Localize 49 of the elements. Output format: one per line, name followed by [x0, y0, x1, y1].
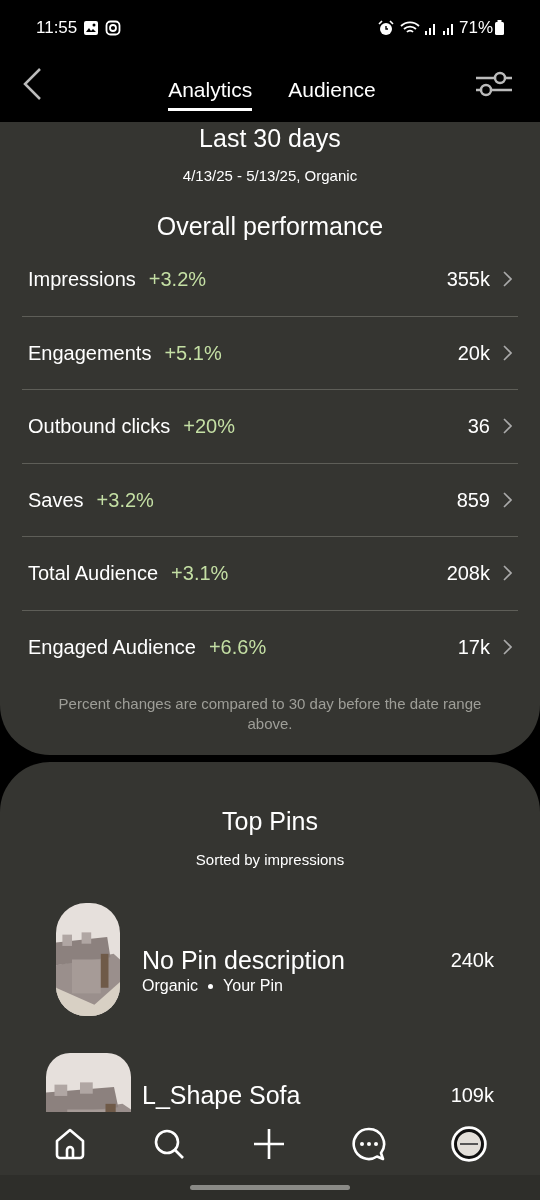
profile-avatar[interactable] — [451, 1125, 488, 1162]
tab[interactable]: Analytics — [168, 76, 253, 111]
battery-icon — [495, 20, 504, 35]
metric-change: +3.1% — [171, 561, 229, 587]
date-range: 4/13/25 - 5/13/25, Organic — [182, 166, 358, 186]
back-icon[interactable] — [22, 67, 42, 101]
section-title: Overall performance — [156, 211, 384, 242]
metric-value: 208k — [446, 561, 490, 587]
pin-title[interactable]: L_Shape Sofa — [142, 1079, 451, 1111]
metric-name: Engagements — [28, 340, 152, 366]
chevron-icon[interactable] — [502, 565, 512, 582]
metric-change: +20% — [183, 414, 235, 440]
add-icon[interactable] — [252, 1126, 286, 1161]
messages-icon[interactable] — [351, 1126, 386, 1161]
tab[interactable]: Audience — [288, 76, 376, 111]
chevron-icon[interactable] — [502, 491, 512, 508]
chevron-icon[interactable] — [502, 418, 512, 435]
camera-icon — [105, 19, 122, 36]
metric-change: +3.2% — [148, 267, 207, 293]
sort-label: Sorted by impressions — [195, 850, 345, 870]
metric-name: Impressions — [28, 267, 136, 293]
chevron-icon[interactable] — [502, 271, 512, 288]
metric-value: 859 — [456, 487, 490, 513]
pin-owner: Your Pin — [223, 976, 283, 996]
metric-name: Saves — [28, 487, 84, 513]
section-title: Top Pins — [222, 806, 318, 837]
pin-source: Organic — [142, 976, 199, 996]
gallery-icon — [83, 19, 100, 36]
status-time: 11:55 — [36, 16, 78, 39]
metric-change: +6.6% — [208, 635, 267, 661]
pin-impressions: 109k — [450, 1083, 494, 1108]
footnote: Percent changes are compared to 30 day before the date range above. — [57, 694, 483, 734]
metric-value: 355k — [446, 267, 490, 293]
settings-icon[interactable] — [476, 71, 512, 97]
metric-value: 20k — [457, 340, 490, 366]
chevron-icon[interactable] — [502, 639, 512, 656]
metric-change: +5.1% — [164, 340, 222, 366]
metric-name: Outbound clicks — [28, 414, 171, 440]
metric-value: 36 — [467, 414, 490, 440]
battery-percent: 71% — [458, 16, 493, 39]
metric-value: 17k — [457, 635, 490, 661]
metric-name: Engaged Audience — [28, 635, 196, 661]
metric-change: +3.2% — [96, 487, 154, 513]
pin-title[interactable]: No Pin description — [142, 944, 451, 976]
chevron-icon[interactable] — [502, 344, 512, 361]
pin-impressions: 240k — [450, 948, 494, 973]
period-title: Last 30 days — [199, 123, 341, 154]
alarm-icon — [377, 19, 394, 36]
metric-name: Total Audience — [28, 561, 159, 587]
